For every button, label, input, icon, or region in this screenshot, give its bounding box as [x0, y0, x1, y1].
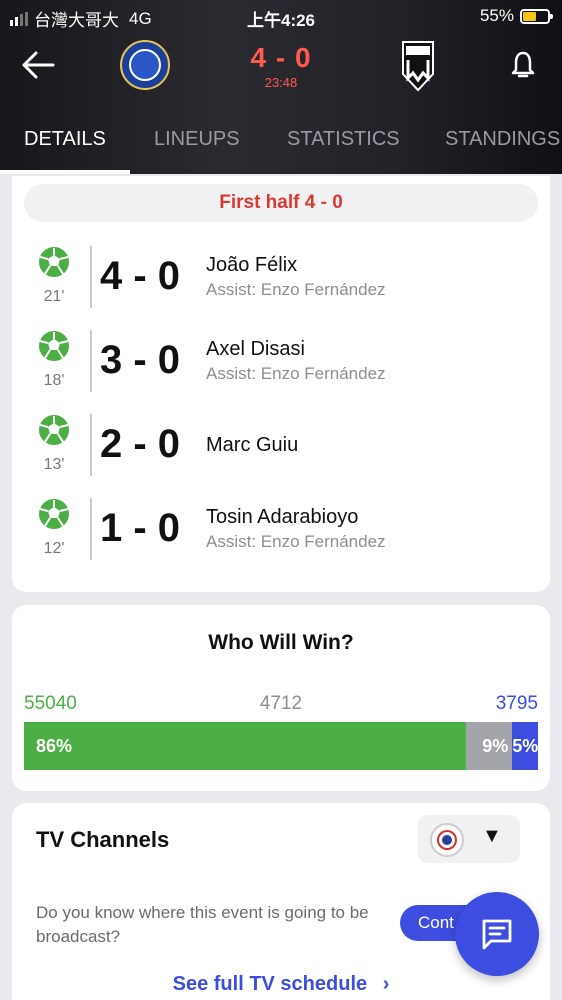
soccer-ball-icon	[39, 331, 69, 361]
who-will-win-card: Who Will Win? 55040 4712 3795 86% 9% 5%	[12, 605, 550, 791]
row-divider	[90, 414, 92, 476]
match-bar: 4 - 0 23:48	[0, 36, 562, 96]
half-summary: First half 4 - 0	[24, 184, 538, 222]
tv-schedule-link[interactable]: See full TV schedule ›	[12, 973, 550, 996]
vote-bar[interactable]: 86% 9% 5%	[24, 722, 538, 770]
tab-bar: DETAILS LINEUPS STATISTICS STANDINGS	[0, 112, 562, 174]
match-score: 4 - 0 23:48	[0, 42, 562, 90]
goal-minute: 21'	[43, 288, 65, 305]
score-value: 4 - 0	[250, 42, 312, 73]
status-bar: 台灣大哥大 4G 上午4:26 55%	[0, 0, 562, 32]
battery-label: 55%	[479, 6, 514, 25]
goal-assist: Assist: Enzo Fernández	[206, 364, 386, 383]
chat-icon	[482, 919, 512, 950]
row-divider	[90, 246, 92, 308]
tab-lineups[interactable]: LINEUPS	[154, 128, 240, 151]
status-time: 上午4:26	[246, 11, 316, 30]
battery-icon	[520, 8, 553, 24]
soccer-ball-icon	[39, 247, 69, 277]
vote-title: Who Will Win?	[208, 631, 354, 654]
away-team-crest-icon[interactable]	[400, 40, 436, 92]
goal-assist: Assist: Enzo Fernández	[206, 280, 386, 299]
active-tab-indicator	[0, 170, 130, 174]
goal-scorer: Marc Guiu	[206, 434, 299, 456]
tv-description: Do you know where this event is going to…	[36, 903, 369, 946]
chevron-right-icon: ›	[382, 973, 390, 995]
home-vote-segment[interactable]: 86%	[24, 722, 467, 770]
goal-row[interactable]: 18' 3 - 0 Axel Disasi Assist: Enzo Ferná…	[12, 330, 550, 400]
goal-minute: 13'	[43, 456, 65, 473]
app-header: 台灣大哥大 4G 上午4:26 55% 4 - 0 23:48 DETAILS …	[0, 0, 562, 174]
goal-score: 1 - 0	[100, 506, 181, 550]
goal-scorer: Axel Disasi	[206, 338, 305, 360]
goal-score: 4 - 0	[100, 254, 181, 298]
goal-row[interactable]: 13' 2 - 0 Marc Guiu	[12, 414, 550, 484]
away-vote-count: 3795	[495, 693, 538, 714]
match-clock: 23:48	[264, 75, 298, 90]
draw-vote-segment[interactable]: 9%	[466, 722, 513, 770]
tab-details[interactable]: DETAILS	[24, 128, 106, 151]
dropdown-caret-icon: ▼	[482, 825, 502, 847]
country-selector[interactable]: ▼	[418, 815, 520, 863]
soccer-ball-icon	[39, 499, 69, 529]
goal-row[interactable]: 21' 4 - 0 João Félix Assist: Enzo Fernán…	[12, 246, 550, 316]
country-flag-icon	[430, 823, 464, 857]
goal-score: 3 - 0	[100, 338, 181, 382]
soccer-ball-icon	[39, 415, 69, 445]
draw-vote-count: 4712	[259, 693, 303, 714]
row-divider	[90, 330, 92, 392]
goal-row[interactable]: 12' 1 - 0 Tosin Adarabioyo Assist: Enzo …	[12, 498, 550, 568]
goal-minute: 18'	[43, 372, 65, 389]
away-vote-segment[interactable]: 5%	[512, 722, 538, 770]
goal-minute: 12'	[43, 540, 65, 557]
goal-scorer: João Félix	[206, 254, 298, 276]
goal-assist: Assist: Enzo Fernández	[206, 532, 386, 551]
tv-schedule-link-label: See full TV schedule	[172, 973, 368, 995]
goal-score: 2 - 0	[100, 422, 181, 466]
goal-scorer: Tosin Adarabioyo	[206, 506, 359, 528]
tab-standings[interactable]: STANDINGS	[445, 128, 560, 151]
chat-button[interactable]	[455, 892, 539, 976]
goals-card: First half 4 - 0 21' 4 - 0 João Félix As…	[12, 176, 550, 592]
row-divider	[90, 498, 92, 560]
bell-icon[interactable]	[510, 50, 536, 80]
tv-title: TV Channels	[36, 827, 170, 852]
tab-statistics[interactable]: STATISTICS	[287, 128, 400, 151]
